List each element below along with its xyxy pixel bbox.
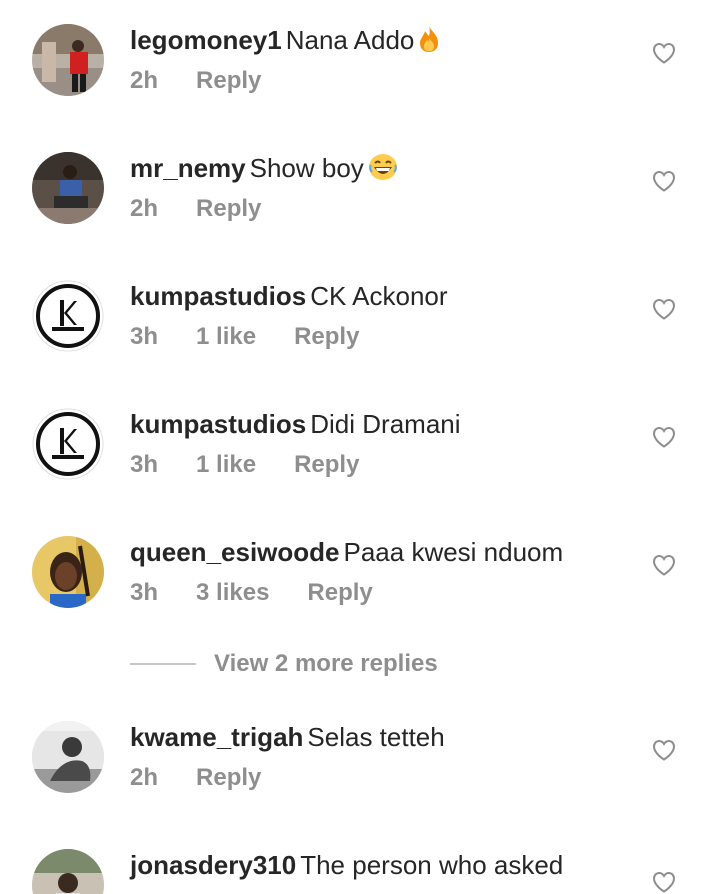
heart-outline-icon[interactable] (652, 554, 676, 576)
avatar[interactable] (32, 849, 104, 894)
reply-button[interactable]: Reply (196, 764, 261, 791)
heart-outline-icon[interactable] (652, 871, 676, 893)
reply-button[interactable]: Reply (196, 195, 261, 222)
comment-username[interactable]: legomoney1 (130, 25, 282, 55)
avatar[interactable] (32, 24, 104, 96)
comment-text: CK Ackonor (310, 281, 448, 311)
comment-likes[interactable]: 1 like (196, 323, 256, 350)
comment-time: 3h (130, 323, 159, 350)
avatar[interactable] (32, 280, 104, 352)
comment-text: Selas tetteh (307, 722, 445, 752)
replies-divider (130, 663, 196, 665)
comment-meta: 2h Reply (130, 763, 299, 793)
comment-item: legomoney1 Nana Addo 2h Reply (0, 24, 720, 134)
heart-outline-icon[interactable] (652, 426, 676, 448)
avatar[interactable] (32, 536, 104, 608)
comment-time: 3h (130, 451, 159, 478)
comment-item: jonasdery310 The person who asked (0, 849, 720, 894)
comment-item: kumpastudios CK Ackonor 3h 1 like Reply (0, 280, 720, 390)
comment-username[interactable]: kumpastudios (130, 409, 306, 439)
comment-likes[interactable]: 1 like (196, 451, 256, 478)
comment-username[interactable]: kwame_trigah (130, 722, 303, 752)
comment-text: Nana Addo (285, 25, 415, 55)
comment-time: 2h (130, 764, 159, 791)
comment-item: mr_nemy Show boy 2h Reply (0, 152, 720, 262)
comment-body: queen_esiwoode Paaa kwesi nduom (130, 536, 563, 568)
heart-outline-icon[interactable] (652, 42, 676, 64)
view-more-replies-label[interactable]: View 2 more replies (214, 650, 438, 678)
comment-username[interactable]: jonasdery310 (130, 850, 296, 880)
comment-time: 3h (130, 579, 159, 606)
comment-body: mr_nemy Show boy (130, 152, 398, 188)
comment-username[interactable]: queen_esiwoode (130, 537, 340, 567)
comment-item: kumpastudios Didi Dramani 3h 1 like Reply (0, 408, 720, 518)
reply-button[interactable]: Reply (294, 451, 359, 478)
reply-button[interactable]: Reply (307, 579, 372, 606)
comment-item: queen_esiwoode Paaa kwesi nduom 3h 3 likes… (0, 536, 720, 646)
comment-item: kwame_trigah Selas tetteh 2h Reply (0, 721, 720, 831)
comment-body: kwame_trigah Selas tetteh (130, 721, 445, 753)
grinning-emoji-icon (368, 153, 398, 188)
comment-username[interactable]: mr_nemy (130, 153, 246, 183)
comment-body: jonasdery310 The person who asked (130, 849, 563, 881)
heart-outline-icon[interactable] (652, 739, 676, 761)
comment-body: legomoney1 Nana Addo (130, 24, 440, 60)
comment-text: Paaa kwesi nduom (343, 537, 564, 567)
reply-button[interactable]: Reply (196, 67, 261, 94)
comment-meta: 3h 1 like Reply (130, 450, 397, 480)
comment-likes[interactable]: 3 likes (196, 579, 269, 606)
comment-meta: 2h Reply (130, 194, 299, 224)
comment-meta: 3h 3 likes Reply (130, 578, 411, 608)
comment-meta: 3h 1 like Reply (130, 322, 397, 352)
comment-time: 2h (130, 67, 159, 94)
heart-outline-icon[interactable] (652, 298, 676, 320)
heart-outline-icon[interactable] (652, 170, 676, 192)
avatar[interactable] (32, 152, 104, 224)
avatar[interactable] (32, 721, 104, 793)
comment-username[interactable]: kumpastudios (130, 281, 306, 311)
comment-text: Didi Dramani (310, 409, 461, 439)
avatar[interactable] (32, 408, 104, 480)
comment-text: Show boy (249, 153, 364, 183)
comment-body: kumpastudios CK Ackonor (130, 280, 448, 312)
reply-button[interactable]: Reply (294, 323, 359, 350)
comment-text: The person who asked (300, 850, 564, 880)
comment-meta: 2h Reply (130, 66, 299, 96)
fire-emoji-icon (418, 25, 440, 60)
comment-body: kumpastudios Didi Dramani (130, 408, 461, 440)
comment-time: 2h (130, 195, 159, 222)
